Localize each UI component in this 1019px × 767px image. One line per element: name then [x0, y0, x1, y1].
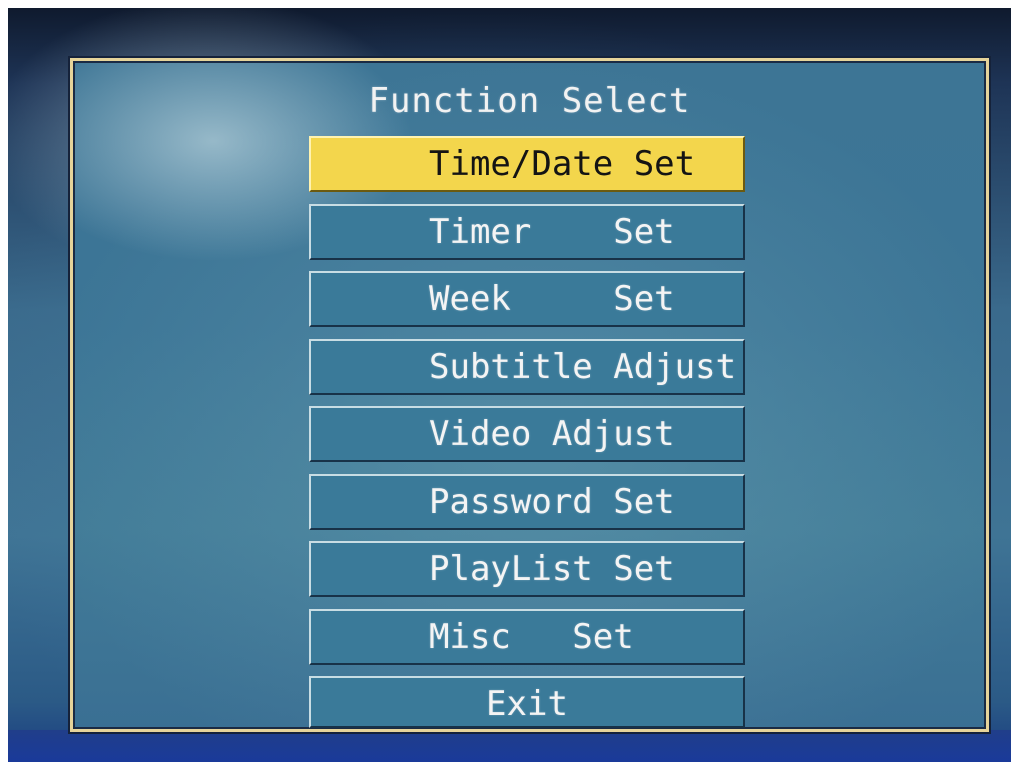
menu-item-exit[interactable]: Exit — [309, 676, 745, 728]
menu-item-timer-set[interactable]: Timer Set — [309, 204, 745, 260]
menu-item-subtitle-adjust[interactable]: Subtitle Adjust — [309, 339, 745, 395]
menu-item-video-adjust[interactable]: Video Adjust — [309, 406, 745, 462]
menu-item-password-set[interactable]: Password Set — [309, 474, 745, 530]
menu-item-time-date-set[interactable]: Time/Date Set — [309, 136, 745, 192]
menu-title: Function Select — [368, 81, 691, 121]
menu-item-week-set[interactable]: Week Set — [309, 271, 745, 327]
photo-frame: Function Select Time/Date Set Timer Set … — [8, 8, 1011, 762]
monitor-bezel — [8, 730, 1011, 762]
osd-screen: Function Select Time/Date Set Timer Set … — [70, 58, 989, 732]
menu-item-playlist-set[interactable]: PlayList Set — [309, 541, 745, 597]
menu-item-misc-set[interactable]: Misc Set — [309, 609, 745, 665]
